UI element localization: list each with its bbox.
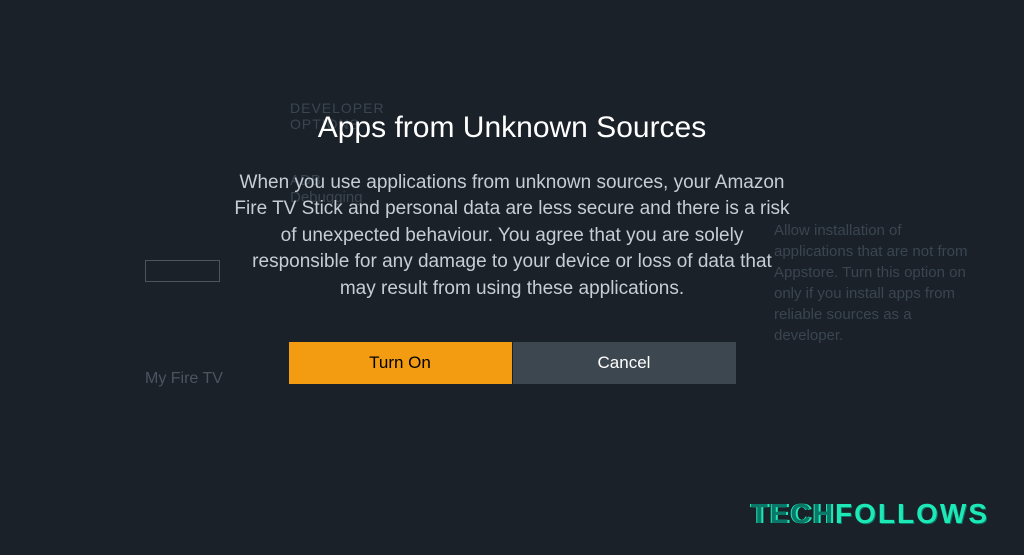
watermark-part2: FOLLOWS xyxy=(835,498,989,529)
confirmation-dialog: Apps from Unknown Sources When you use a… xyxy=(0,0,1024,555)
dialog-button-row: Turn On Cancel xyxy=(289,342,736,384)
dialog-body-text: When you use applications from unknown s… xyxy=(232,170,792,303)
dialog-title: Apps from Unknown Sources xyxy=(318,111,707,145)
turn-on-button[interactable]: Turn On xyxy=(289,342,512,384)
cancel-button[interactable]: Cancel xyxy=(513,342,736,384)
watermark-logo: TECHFOLLOWS xyxy=(751,498,989,530)
watermark-part1: TECH xyxy=(751,498,835,529)
